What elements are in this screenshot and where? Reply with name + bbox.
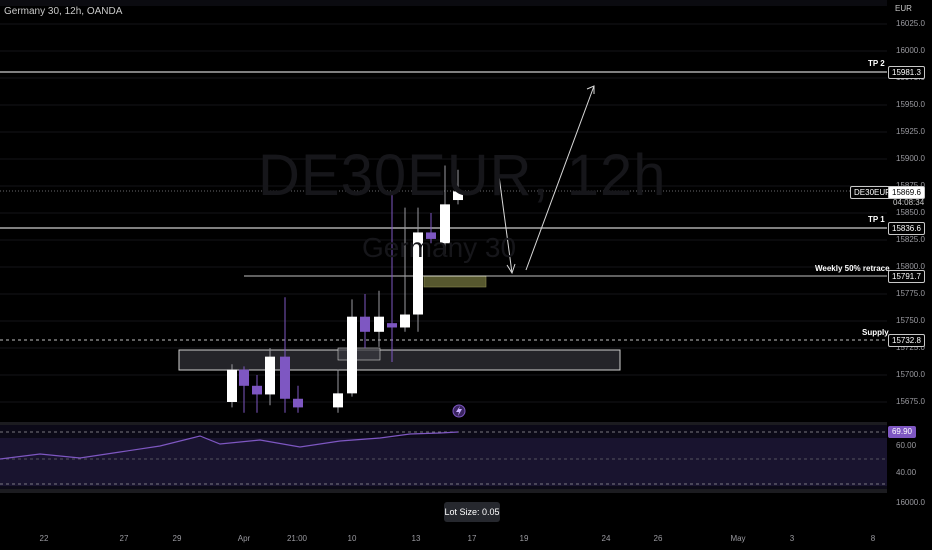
price-tick-label: 15900.0 — [896, 154, 925, 163]
time-tick-label: 29 — [172, 534, 182, 543]
time-tick-label: 24 — [601, 534, 611, 543]
price-tick-label: 15675.0 — [896, 397, 925, 406]
price-tick-label: 15750.0 — [896, 316, 925, 325]
chart-canvas[interactable] — [0, 0, 932, 550]
time-tick-label: 8 — [870, 534, 876, 543]
candle-body — [374, 316, 384, 332]
time-tick-label: May — [730, 534, 746, 543]
lower-pane-axis-value: 16000.0 — [896, 498, 925, 507]
lightning-icon[interactable] — [452, 404, 466, 418]
time-tick-label: 13 — [411, 534, 421, 543]
countdown-label: 04:08:34 — [893, 198, 925, 207]
price-tick-label: 16025.0 — [896, 19, 925, 28]
watermark-ticker: DE30EUR, 12h — [258, 143, 667, 208]
price-tick-label: 15950.0 — [896, 100, 925, 109]
weekly-retrace-label: Weekly 50% retrace — [815, 264, 890, 273]
price-tick-label: 15700.0 — [896, 370, 925, 379]
time-tick-label: 27 — [119, 534, 129, 543]
rsi-band — [0, 438, 887, 486]
price-tick-label: 15825.0 — [896, 235, 925, 244]
supply-price-tag: 15732.8 — [888, 334, 925, 347]
price-tick-label: 15850.0 — [896, 208, 925, 217]
price-tick-label: 15925.0 — [896, 127, 925, 136]
symbol-title[interactable]: Germany 30, 12h, OANDA — [4, 6, 122, 17]
time-tick-label: 26 — [653, 534, 663, 543]
time-tick-label: 3 — [789, 534, 795, 543]
candle-body — [280, 356, 290, 399]
tp2-label: TP 2 — [868, 59, 885, 68]
watermark-name: Germany 30 — [362, 232, 517, 263]
tp1-price-tag: 15836.6 — [888, 222, 925, 235]
candle-body — [333, 393, 343, 408]
lot-size-badge[interactable]: Lot Size: 0.05 — [444, 502, 500, 522]
time-axis[interactable]: 22 27 29 Apr 21:00 10 13 17 19 24 26 May 3 8 — [0, 530, 887, 550]
rsi-tick-40: 40.00 — [896, 468, 917, 477]
candle-body — [293, 398, 303, 408]
candle-body — [227, 369, 237, 402]
tp1-label: TP 1 — [868, 215, 885, 224]
candle[interactable] — [227, 364, 237, 408]
candle-body — [347, 316, 357, 394]
candle-body — [265, 356, 275, 395]
price-tick-label: 15775.0 — [896, 289, 925, 298]
chart-stage[interactable]: DE30EUR, 12h Germany 30 Germany 30, 12h,… — [0, 0, 932, 550]
tp2-price-tag: 15981.3 — [888, 66, 925, 79]
time-tick-label: 21:00 — [286, 534, 308, 543]
supply-label: Supply — [862, 328, 889, 337]
candle-body — [252, 385, 262, 395]
price-tick-label: 16000.0 — [896, 46, 925, 55]
supply-zone-box[interactable] — [178, 349, 621, 371]
time-tick-label: 22 — [39, 534, 49, 543]
time-tick-label: Apr — [237, 534, 251, 543]
time-tick-label: 17 — [467, 534, 477, 543]
currency-label: EUR — [895, 4, 912, 13]
time-tick-label: 10 — [347, 534, 357, 543]
weekly-retrace-zone-box[interactable] — [423, 275, 487, 288]
time-tick-label: 19 — [519, 534, 529, 543]
candle-body — [360, 316, 370, 332]
candle-body — [400, 314, 410, 328]
rsi-tick-60: 60.00 — [896, 441, 917, 450]
candle-body — [387, 323, 397, 328]
rsi-value-badge: 69.90 — [888, 426, 916, 438]
weekly-retrace-price-tag: 15791.7 — [888, 270, 925, 283]
candle-body — [239, 369, 249, 386]
supply-zone-inner-box[interactable] — [337, 347, 381, 361]
